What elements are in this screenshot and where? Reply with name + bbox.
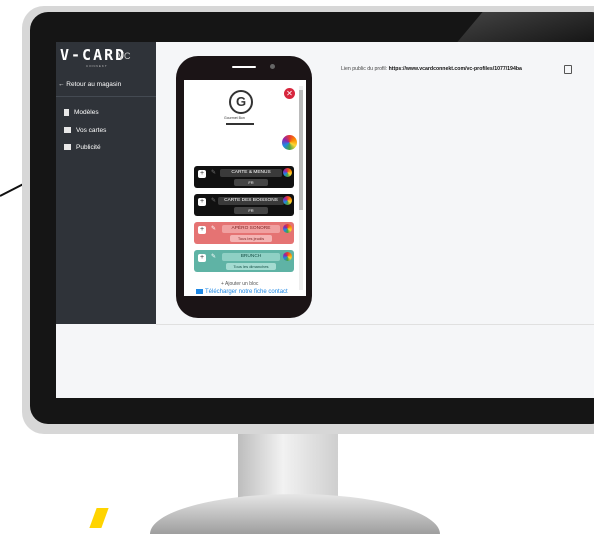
copy-icon[interactable]: [564, 65, 572, 74]
download-icon: [196, 289, 203, 294]
color-wheel-icon[interactable]: [282, 135, 297, 150]
edit-icon[interactable]: ✎: [210, 198, 217, 205]
color-wheel-icon[interactable]: [283, 252, 292, 261]
brand-logo: V-CARD: [60, 46, 127, 64]
color-wheel-icon[interactable]: [283, 168, 292, 177]
block-title: BRUNCH: [222, 253, 280, 261]
app-screen: V-CARD VC CONNEKT ← Retour au magasin Mo…: [56, 42, 594, 398]
sidebar-item-cards[interactable]: Vos cartes: [64, 126, 154, 136]
close-button[interactable]: ✕: [284, 88, 295, 99]
phone-speaker: [232, 66, 256, 68]
color-wheel-icon[interactable]: [283, 196, 292, 205]
screen-glare: [457, 12, 594, 42]
content-divider: [156, 324, 594, 325]
document-icon: [64, 108, 69, 116]
sidebar-item-ads[interactable]: Publicité: [64, 143, 154, 153]
monitor-stand-neck: [238, 432, 338, 502]
add-icon[interactable]: +: [198, 170, 206, 178]
card-icon: [64, 127, 71, 134]
download-label: Télécharger notre fiche contact: [205, 289, 288, 296]
brand-logo-sub: CONNEKT: [86, 64, 108, 68]
brand-logo-area[interactable]: V-CARD VC CONNEKT: [60, 46, 156, 70]
download-contact-link[interactable]: Télécharger notre fiche contact: [196, 289, 288, 295]
sidebar-item-label: Modèles: [74, 109, 99, 116]
add-icon[interactable]: +: [198, 254, 206, 262]
block-title: CARTE DES BOISSONS: [218, 197, 284, 205]
block-subtitle: FR: [234, 207, 268, 214]
block-subtitle: Tous les jeudis: [230, 235, 272, 242]
edit-icon[interactable]: ✎: [210, 226, 217, 233]
public-link-label: Lien public du profil:: [341, 66, 388, 72]
add-icon[interactable]: +: [198, 226, 206, 234]
brand-logo-suffix: VC: [118, 51, 131, 61]
phone-scroll-thumb[interactable]: [299, 90, 303, 210]
block-title: APÉRO SONORE: [222, 225, 280, 233]
sidebar-item-models[interactable]: Modèles: [64, 108, 154, 118]
public-profile-link[interactable]: Lien public du profil: https://www.vcard…: [341, 66, 522, 72]
block-card-menus[interactable]: + ✎ CARTE & MENUS FR: [194, 166, 294, 188]
block-title: CARTE & MENUS: [220, 169, 282, 177]
sidebar-item-label: Publicité: [76, 144, 101, 151]
block-apero-sonore[interactable]: + ✎ APÉRO SONORE Tous les jeudis: [194, 222, 294, 244]
public-link-url[interactable]: https://www.vcardconnekt.com/vc-profiles…: [389, 66, 522, 72]
edit-icon[interactable]: ✎: [210, 170, 217, 177]
sidebar-divider: [56, 96, 156, 97]
block-brunch[interactable]: + ✎ BRUNCH Tous les dimanches: [194, 250, 294, 272]
back-to-store-link[interactable]: ← Retour au magasin: [58, 78, 156, 92]
restaurant-underline: [226, 123, 254, 125]
color-wheel-icon[interactable]: [283, 224, 292, 233]
phone-camera: [270, 64, 275, 69]
block-subtitle: Tous les dimanches: [226, 263, 276, 270]
add-block-link[interactable]: + Ajouter un bloc: [221, 281, 258, 287]
edit-icon[interactable]: ✎: [210, 254, 217, 261]
block-subtitle: FR: [234, 179, 268, 186]
card-icon: [64, 144, 71, 151]
sidebar: V-CARD VC CONNEKT ← Retour au magasin Mo…: [56, 42, 156, 324]
add-icon[interactable]: +: [198, 198, 206, 206]
block-drinks-menu[interactable]: + ✎ CARTE DES BOISSONS FR: [194, 194, 294, 216]
sidebar-item-label: Vos cartes: [76, 127, 107, 134]
restaurant-logo: G: [229, 90, 253, 114]
restaurant-name: Gourmet Bon: [224, 116, 245, 120]
